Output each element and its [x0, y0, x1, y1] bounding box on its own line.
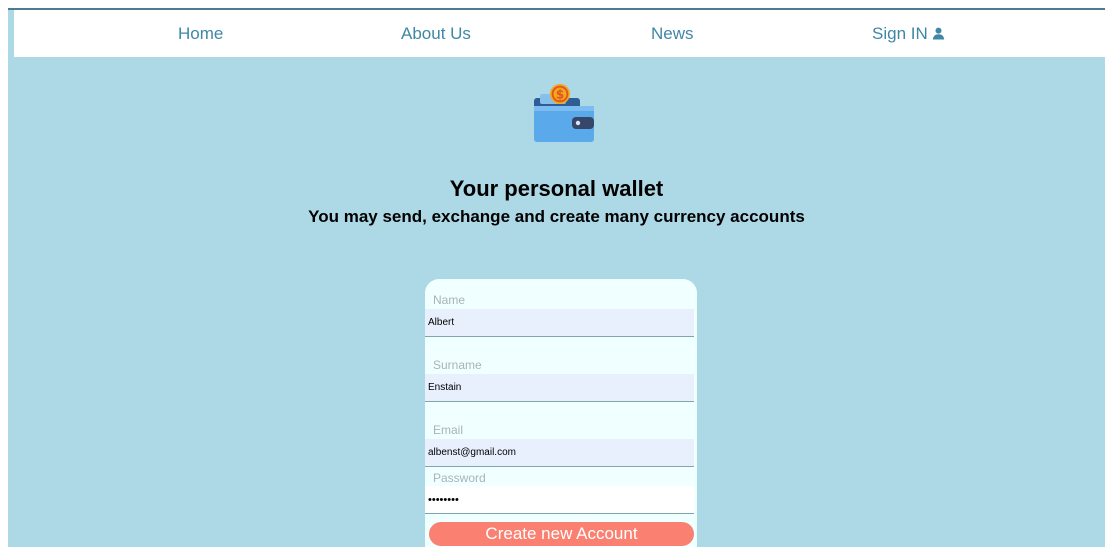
page-title: Your personal wallet: [449, 176, 664, 201]
wallet-icon: $: [534, 84, 594, 142]
email-input[interactable]: [425, 439, 694, 467]
nav-signin-link[interactable]: Sign IN: [872, 24, 945, 44]
page-subtitle: You may send, exchange and create many c…: [308, 207, 805, 226]
user-icon: [932, 27, 944, 40]
email-label: Email: [433, 423, 464, 437]
page-background: Home About Us News Sign IN $ Your person…: [8, 8, 1105, 547]
surname-label: Surname: [433, 358, 482, 372]
nav-signin-label: Sign IN: [872, 24, 928, 43]
name-input[interactable]: [425, 309, 694, 337]
password-label: Password: [433, 471, 486, 485]
svg-text:$: $: [556, 88, 564, 102]
surname-input[interactable]: [425, 374, 694, 402]
signup-form: Name Surname Email Password Create new A…: [425, 279, 697, 547]
password-input[interactable]: [425, 486, 694, 514]
nav-news-link[interactable]: News: [651, 24, 694, 44]
navbar: Home About Us News Sign IN: [14, 10, 1105, 57]
nav-home-link[interactable]: Home: [178, 24, 223, 44]
name-label: Name: [433, 293, 466, 307]
nav-about-link[interactable]: About Us: [401, 24, 471, 44]
create-account-button[interactable]: Create new Account: [429, 522, 694, 546]
